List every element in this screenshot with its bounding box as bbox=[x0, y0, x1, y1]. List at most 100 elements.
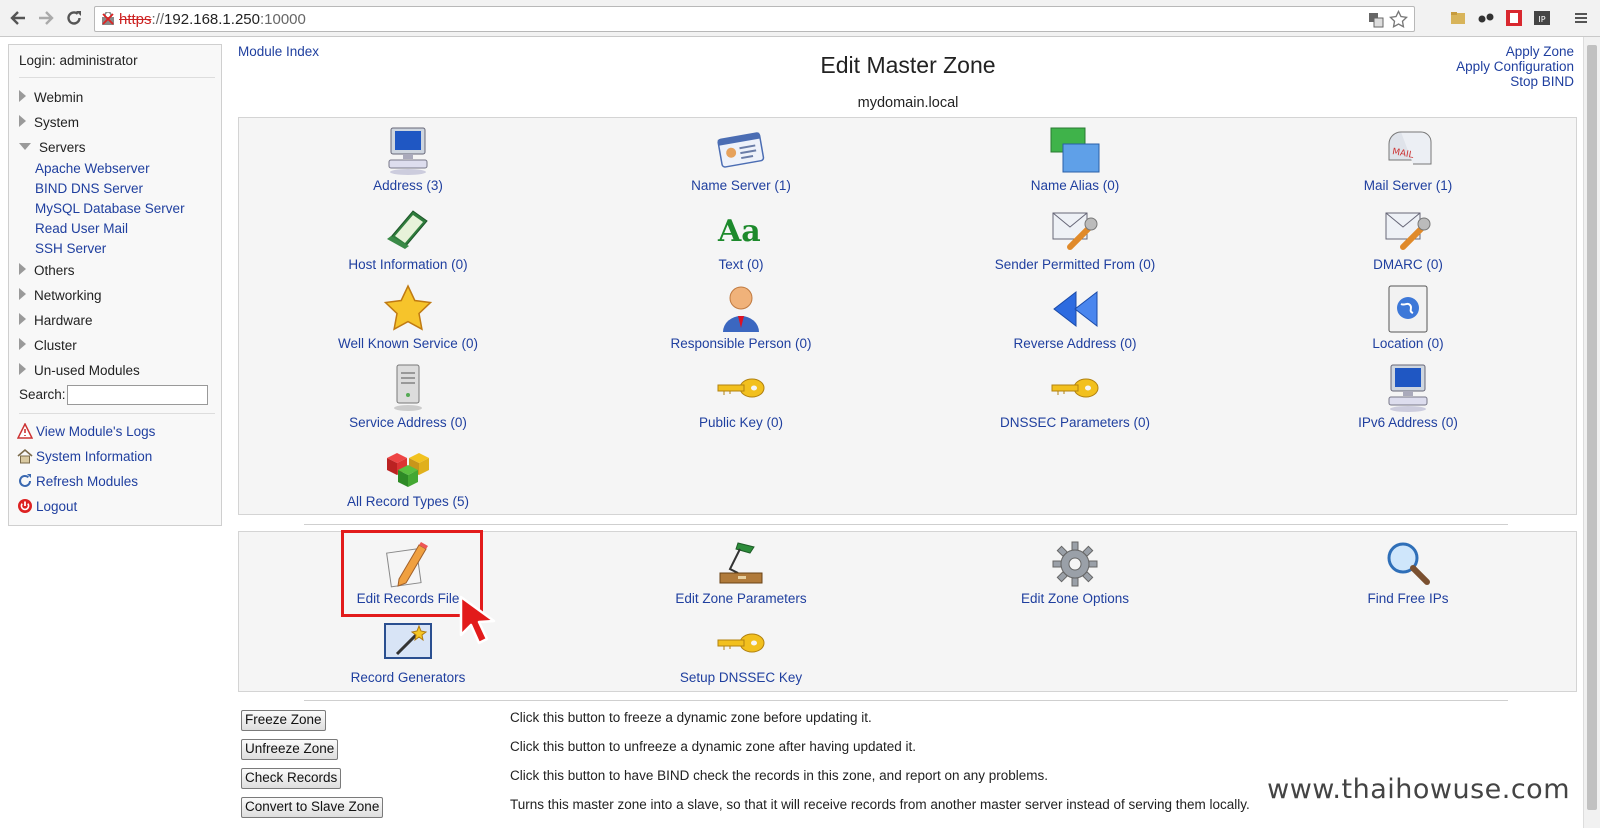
pocket-extension-icon[interactable] bbox=[1505, 9, 1523, 27]
text-font-icon: Aa bbox=[717, 214, 761, 249]
freeze-zone-button[interactable]: Freeze Zone bbox=[241, 710, 326, 731]
collapsed-arrow-icon bbox=[19, 90, 26, 102]
view-module-logs-link[interactable]: View Module's Logs bbox=[17, 423, 155, 441]
reload-icon[interactable] bbox=[64, 8, 84, 28]
tile-label: Edit Zone Options bbox=[1020, 591, 1130, 606]
tile-reverse-address[interactable]: Reverse Address (0) bbox=[950, 284, 1200, 351]
tile-label: Setup DNSSEC Key bbox=[679, 670, 803, 685]
sidebar-category-webmin[interactable]: Webmin bbox=[19, 90, 83, 110]
convert-to-slave-button[interactable]: Convert to Slave Zone bbox=[241, 797, 384, 818]
collapsed-arrow-icon bbox=[19, 363, 26, 375]
logout-link[interactable]: Logout bbox=[17, 498, 77, 516]
sidebar-item-apache[interactable]: Apache Webserver bbox=[35, 161, 150, 179]
tile-label: Public Key (0) bbox=[698, 415, 784, 430]
convert-to-slave-description: Turns this master zone into a slave, so … bbox=[510, 797, 1250, 812]
system-information-link[interactable]: System Information bbox=[17, 448, 152, 466]
tile-find-free-ips[interactable]: Find Free IPs bbox=[1283, 539, 1533, 606]
tile-location[interactable]: Location (0) bbox=[1283, 284, 1533, 351]
laptop-icon bbox=[387, 210, 428, 249]
page-scrollbar[interactable] bbox=[1583, 37, 1600, 828]
tile-responsible-person[interactable]: Responsible Person (0) bbox=[616, 284, 866, 351]
header-actions: Apply Zone Apply Configuration Stop BIND bbox=[1456, 44, 1574, 89]
browser-toolbar: https://192.168.1.250:10000 IP bbox=[0, 0, 1600, 37]
tile-host-information[interactable]: Host Information (0) bbox=[283, 205, 533, 272]
category-label: System bbox=[34, 115, 80, 130]
key-icon bbox=[1051, 378, 1099, 398]
magnifier-icon bbox=[1387, 542, 1430, 585]
computer-icon bbox=[388, 127, 428, 175]
divider bbox=[19, 77, 215, 78]
search-input[interactable] bbox=[67, 385, 208, 405]
tile-text[interactable]: Aa Text (0) bbox=[616, 205, 866, 272]
sidebar-category-networking[interactable]: Networking bbox=[19, 288, 102, 308]
page-title: Edit Master Zone bbox=[820, 52, 996, 78]
home-icon bbox=[17, 448, 33, 464]
unfreeze-zone-button[interactable]: Unfreeze Zone bbox=[241, 739, 339, 760]
key-icon bbox=[717, 633, 765, 653]
action-label: System Information bbox=[36, 449, 153, 464]
tile-mail-server[interactable]: MAIL Mail Server (1) bbox=[1283, 126, 1533, 193]
rewind-icon bbox=[1053, 290, 1098, 328]
tile-name-alias[interactable]: Name Alias (0) bbox=[950, 126, 1200, 193]
check-records-description: Click this button to have BIND check the… bbox=[510, 768, 1049, 783]
check-records-button[interactable]: Check Records bbox=[241, 768, 342, 789]
sidebar-category-others[interactable]: Others bbox=[19, 263, 75, 283]
sidebar-category-cluster[interactable]: Cluster bbox=[19, 338, 77, 358]
sidebar-item-ssh[interactable]: SSH Server bbox=[35, 241, 106, 259]
sidebar-item-mysql[interactable]: MySQL Database Server bbox=[35, 201, 185, 219]
tile-address[interactable]: Address (3) bbox=[283, 126, 533, 193]
folder-extension-icon[interactable] bbox=[1449, 9, 1467, 27]
divider bbox=[19, 413, 215, 414]
back-arrow-icon[interactable] bbox=[8, 8, 28, 28]
tile-edit-zone-parameters[interactable]: Edit Zone Parameters bbox=[616, 539, 866, 606]
tile-all-record-types[interactable]: All Record Types (5) bbox=[283, 442, 533, 509]
address-bar[interactable]: https://192.168.1.250:10000 bbox=[94, 6, 1415, 32]
tile-dnssec-parameters[interactable]: DNSSEC Parameters (0) bbox=[950, 363, 1200, 430]
apply-zone-link[interactable]: Apply Zone bbox=[1456, 44, 1574, 59]
category-label: Un-used Modules bbox=[34, 363, 140, 378]
globe-book-icon bbox=[1388, 285, 1428, 333]
refresh-modules-link[interactable]: Refresh Modules bbox=[17, 473, 138, 491]
scrollbar-thumb[interactable] bbox=[1587, 45, 1597, 810]
refresh-icon bbox=[19, 474, 31, 487]
tile-ipv6-address[interactable]: IPv6 Address (0) bbox=[1283, 363, 1533, 430]
expanded-arrow-icon bbox=[19, 143, 31, 150]
apply-configuration-link[interactable]: Apply Configuration bbox=[1456, 59, 1574, 74]
blocks-icon bbox=[387, 453, 429, 487]
action-label: Logout bbox=[36, 499, 78, 514]
category-label: Webmin bbox=[34, 90, 84, 105]
tile-name-server[interactable]: Name Server (1) bbox=[616, 126, 866, 193]
sidebar-item-bind[interactable]: BIND DNS Server bbox=[35, 181, 143, 199]
tile-label: Host Information (0) bbox=[348, 257, 468, 272]
collapsed-arrow-icon bbox=[19, 263, 26, 275]
tile-well-known-service[interactable]: Well Known Service (0) bbox=[283, 284, 533, 351]
tile-public-key[interactable]: Public Key (0) bbox=[616, 363, 866, 430]
tile-sender-permitted-from[interactable]: Sender Permitted From (0) bbox=[950, 205, 1200, 272]
menu-icon[interactable] bbox=[1572, 9, 1590, 27]
desk-lamp-icon bbox=[719, 542, 763, 584]
sidebar-category-system[interactable]: System bbox=[19, 115, 79, 135]
forward-arrow-icon[interactable] bbox=[36, 8, 56, 28]
category-label: Hardware bbox=[34, 313, 93, 328]
collapsed-arrow-icon bbox=[19, 115, 26, 127]
tile-dmarc[interactable]: DMARC (0) bbox=[1283, 205, 1533, 272]
bookmark-star-icon[interactable] bbox=[1389, 10, 1408, 29]
tile-service-address[interactable]: Service Address (0) bbox=[283, 363, 533, 430]
category-label: Cluster bbox=[34, 338, 77, 353]
collapsed-arrow-icon bbox=[19, 313, 26, 325]
id-card-icon bbox=[717, 132, 765, 168]
tile-edit-zone-options[interactable]: Edit Zone Options bbox=[950, 539, 1200, 606]
translate-icon[interactable] bbox=[1368, 12, 1384, 28]
sidebar-item-read-user-mail[interactable]: Read User Mail bbox=[35, 221, 128, 239]
sidebar-category-servers[interactable]: Servers bbox=[19, 140, 86, 160]
freeze-zone-description: Click this button to freeze a dynamic zo… bbox=[510, 710, 872, 725]
stop-bind-link[interactable]: Stop BIND bbox=[1456, 74, 1574, 89]
gear-icon bbox=[1052, 541, 1098, 587]
glasses-extension-icon[interactable] bbox=[1477, 9, 1495, 27]
sidebar-category-hardware[interactable]: Hardware bbox=[19, 313, 93, 333]
tile-setup-dnssec-key[interactable]: Setup DNSSEC Key bbox=[616, 618, 866, 685]
search-label: Search: bbox=[19, 387, 66, 402]
divider bbox=[304, 700, 1508, 701]
ip-extension-icon[interactable]: IP bbox=[1533, 9, 1551, 27]
sidebar-category-unused[interactable]: Un-used Modules bbox=[19, 363, 140, 383]
